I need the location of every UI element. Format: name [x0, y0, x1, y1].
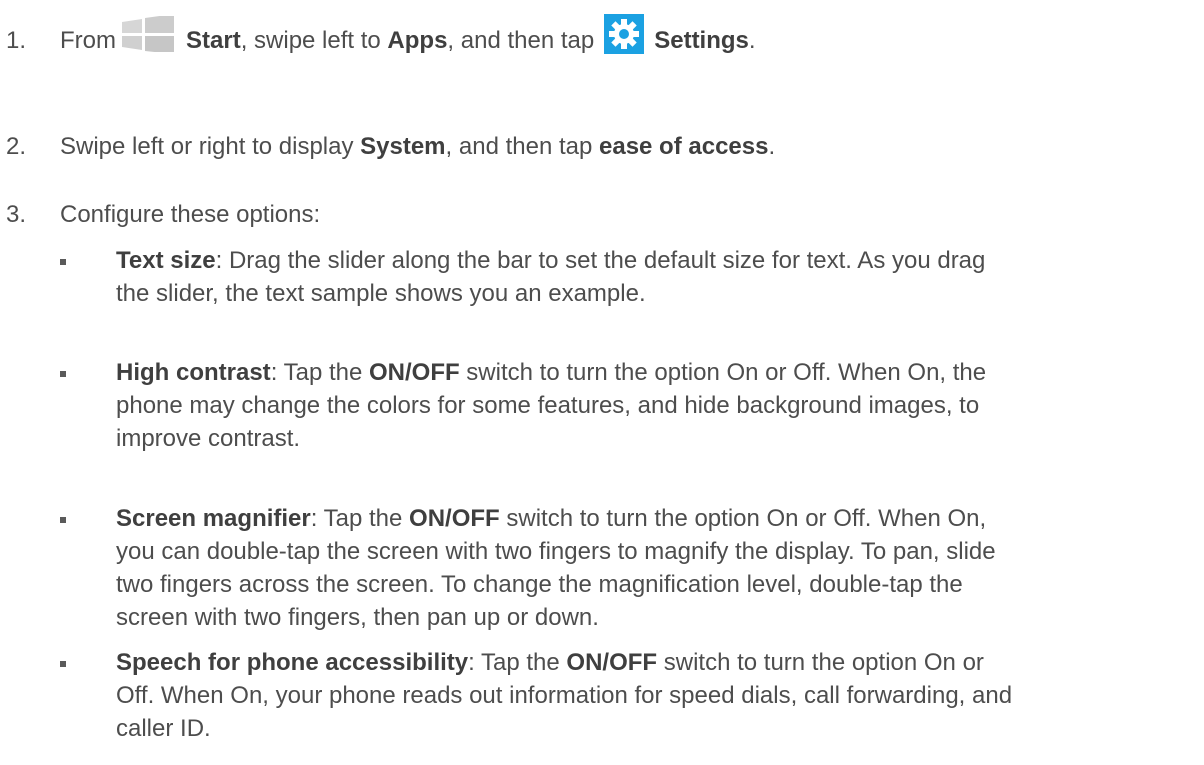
settings-gear-icon	[604, 14, 645, 54]
switch-label: ON/OFF	[368, 359, 460, 386]
step-2: 2. Swipe left or right to display System…	[6, 130, 1196, 163]
step-number: 1.	[6, 26, 27, 54]
step-text: .	[748, 26, 756, 54]
windows-start-icon	[122, 14, 174, 54]
ease-of-access-label: ease of access	[599, 133, 769, 160]
step-text: .	[768, 133, 776, 160]
switch-label: ON/OFF	[566, 649, 658, 676]
step-text: Configure these options:	[60, 201, 321, 228]
system-label: System	[360, 133, 446, 160]
bullet-marker	[60, 371, 66, 377]
option-title: Speech for phone accessibility	[116, 649, 469, 676]
option-text: High contrast: Tap the ON/OFF switch to …	[116, 359, 987, 452]
apps-label: Apps	[387, 26, 448, 54]
step-text: , and then tap	[447, 26, 595, 54]
start-label: Start	[186, 26, 241, 54]
bullet-marker	[60, 517, 66, 523]
option-title: Screen magnifier	[116, 505, 311, 532]
option-title: High contrast	[116, 359, 271, 386]
step-text: , and then tap	[445, 133, 599, 160]
bullet-marker	[60, 661, 66, 667]
step-text: From	[60, 26, 116, 54]
option-title: Text size	[116, 247, 216, 274]
option-text: Text size: Drag the slider along the bar…	[116, 247, 986, 307]
settings-label: Settings	[654, 26, 749, 54]
switch-label: ON/OFF	[409, 505, 500, 532]
step-1: 1. From Start , swipe left to Apps , and…	[6, 14, 1196, 60]
step-number: 3.	[6, 201, 27, 228]
step-3: 3. Configure these options:	[6, 198, 1196, 231]
step-number: 2.	[6, 133, 27, 160]
option-text: Screen magnifier: Tap the ON/OFF switch …	[116, 505, 996, 631]
step-text: Swipe left or right to display	[60, 133, 361, 160]
step-text: , swipe left to	[240, 26, 388, 54]
option-text: Speech for phone accessibility: Tap the …	[116, 649, 1013, 742]
bullet-marker	[60, 259, 66, 265]
